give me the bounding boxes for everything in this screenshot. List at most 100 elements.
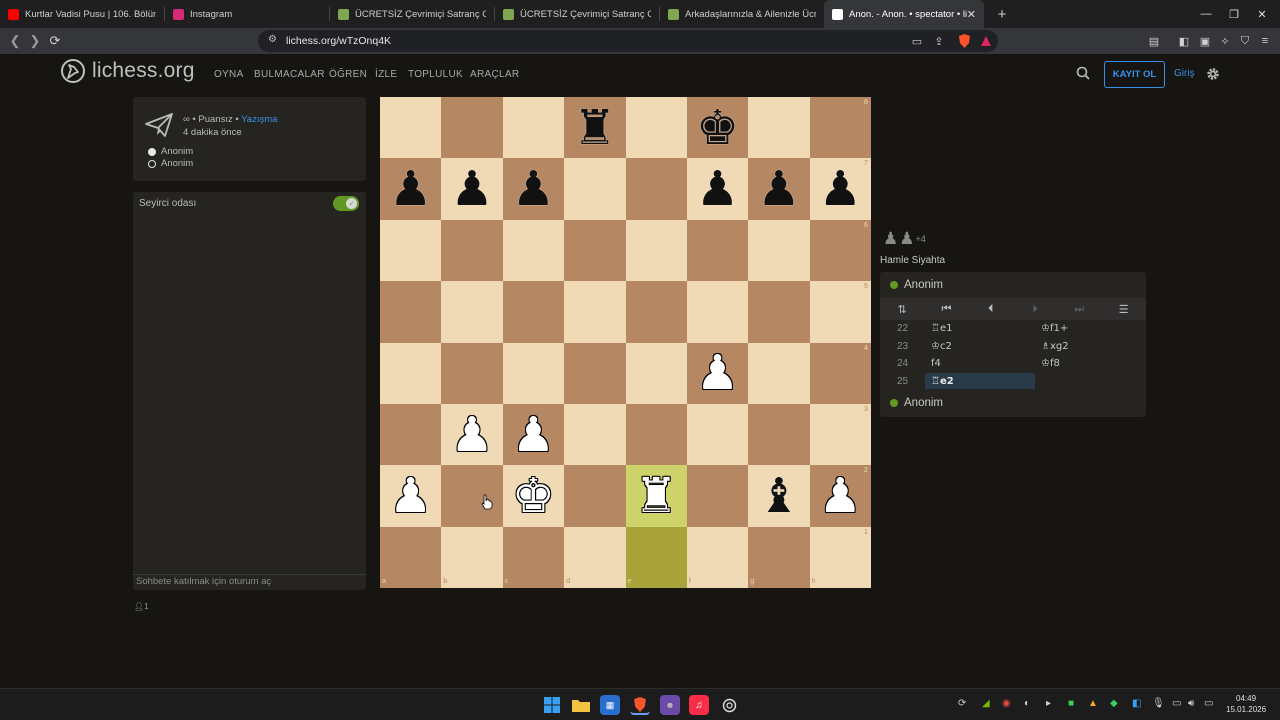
square-e8[interactable]	[625, 97, 687, 159]
square-a6[interactable]	[380, 219, 442, 282]
square-c8[interactable]	[502, 97, 565, 159]
top-player[interactable]: Anonim	[890, 279, 943, 291]
browser-tab[interactable]: Arkadaşlarınızla & Ailenizle Ücretsiz	[660, 0, 824, 28]
current-move-white[interactable]: ♖e2	[925, 373, 1035, 390]
square-a1[interactable]	[380, 526, 442, 588]
square-e3[interactable]	[625, 403, 687, 466]
url-input[interactable]: ⚙ lichess.org/wTzOnq4K	[258, 30, 998, 52]
menu-hamburger-icon[interactable]: ☰	[1101, 303, 1145, 316]
square-f1[interactable]	[686, 526, 749, 588]
flip-board-icon[interactable]: ⇅	[880, 303, 924, 316]
close-tab-icon[interactable]: ✕	[967, 8, 976, 21]
gear-icon[interactable]	[1205, 66, 1221, 87]
windows-start-icon[interactable]	[542, 695, 562, 715]
square-c6[interactable]	[502, 219, 565, 282]
square-d2[interactable]	[564, 465, 626, 527]
square-b8[interactable]	[441, 97, 503, 159]
black-bishop-g2[interactable]: ♝	[748, 465, 809, 526]
square-c4[interactable]	[502, 342, 565, 404]
white-pawn-h2[interactable]: ♟	[810, 465, 871, 526]
square-f3[interactable]	[686, 403, 749, 466]
tray-app-icon[interactable]: ■	[1068, 698, 1074, 709]
chat-input[interactable]: Sohbete katılmak için oturum aç	[133, 574, 366, 590]
chess-board[interactable]: 8 7 6 5 4 3 2 1 a b c d e f g h ♜ ♚ ♟ ♟ ♟ ♟ ♟ ♟ ♟ ♟ ♟ ♟ ♚ ♜ ♝ ♟	[380, 97, 871, 588]
network-icon[interactable]: ▭	[1172, 698, 1181, 709]
square-c5[interactable]	[502, 281, 565, 343]
white-rook-e2[interactable]: ♜	[626, 465, 687, 526]
square-h4[interactable]	[809, 342, 871, 404]
square-a4[interactable]	[380, 342, 442, 404]
square-b4[interactable]	[441, 342, 503, 404]
tray-app-icon[interactable]: ▸	[1046, 698, 1051, 709]
square-e4[interactable]	[625, 342, 687, 404]
browser-tab[interactable]: ÜCRETSİZ Çevrimiçi Satranç Oynayın	[330, 0, 494, 28]
nav-puzzles[interactable]: BULMACALAR	[254, 69, 325, 80]
tray-app-icon[interactable]: ◐	[1024, 698, 1030, 709]
bottom-player[interactable]: Anonim	[890, 397, 943, 409]
square-d3[interactable]	[564, 403, 626, 466]
signup-button[interactable]: KAYIT OL	[1104, 61, 1165, 88]
square-f2[interactable]	[686, 465, 749, 527]
nav-learn[interactable]: ÖĞREN	[329, 69, 367, 80]
search-icon[interactable]	[1076, 66, 1090, 85]
square-g5[interactable]	[748, 281, 810, 343]
menu-icon[interactable]: ≡	[1256, 32, 1274, 50]
move-black[interactable]: ♔f8	[1035, 358, 1145, 369]
black-pawn-g7[interactable]: ♟	[748, 158, 809, 219]
square-a3[interactable]	[380, 403, 442, 466]
square-d5[interactable]	[564, 281, 626, 343]
square-b5[interactable]	[441, 281, 503, 343]
square-g4[interactable]	[748, 342, 810, 404]
square-d1[interactable]	[564, 526, 626, 588]
white-player[interactable]: Anonim	[148, 146, 193, 157]
black-pawn-b7[interactable]: ♟	[441, 158, 502, 219]
tray-app-icon[interactable]: ◧	[1132, 698, 1141, 709]
move-white[interactable]: ♖e1	[925, 323, 1035, 334]
previous-move-icon[interactable]: ⏴	[969, 303, 1013, 316]
site-info-icon[interactable]: ⚙	[268, 34, 277, 45]
square-d6[interactable]	[564, 219, 626, 282]
square-g6[interactable]	[748, 219, 810, 282]
store-icon[interactable]: ▦	[600, 695, 620, 715]
chat-toggle[interactable]: ✓	[333, 196, 359, 211]
cast-icon[interactable]: ▭	[908, 32, 926, 50]
new-tab-button[interactable]: +	[990, 6, 1014, 23]
correspondence-link[interactable]: Yazışma	[241, 114, 277, 125]
back-icon[interactable]: ❮	[4, 30, 26, 52]
microphone-icon[interactable]: 🎙︎	[1152, 698, 1165, 709]
nav-community[interactable]: TOPLULUK	[408, 69, 463, 80]
browser-tab[interactable]: Kurtlar Vadisi Pusu | 106. Bölüm | Yük	[0, 0, 164, 28]
square-e6[interactable]	[625, 219, 687, 282]
square-b2[interactable]	[441, 465, 503, 527]
browser-tab[interactable]: Instagram	[165, 0, 329, 28]
square-h8[interactable]	[809, 97, 871, 159]
square-f6[interactable]	[686, 219, 749, 282]
tray-sync-icon[interactable]: ⟳	[958, 698, 966, 709]
file-explorer-icon[interactable]	[571, 695, 591, 715]
white-king-c2[interactable]: ♚	[503, 465, 564, 526]
move-white[interactable]: ♔c2	[925, 341, 1035, 352]
next-move-icon[interactable]: ⏵	[1013, 303, 1057, 316]
square-a5[interactable]	[380, 281, 442, 343]
last-move-icon[interactable]: ⏭	[1057, 303, 1101, 316]
square-h3[interactable]	[809, 403, 871, 466]
square-g3[interactable]	[748, 403, 810, 466]
browser-tab[interactable]: ÜCRETSİZ Çevrimiçi Satranç Oynayın	[495, 0, 659, 28]
lichess-logo[interactable]: lichess.org	[60, 58, 195, 84]
sidebar-icon[interactable]: ◧	[1175, 32, 1193, 50]
nav-play[interactable]: OYNA	[214, 69, 244, 80]
music-app-icon[interactable]: ♫	[689, 695, 709, 715]
browser-tab-active[interactable]: Anon. - Anon. • spectator • li ✕	[824, 0, 984, 28]
brave-shields-icon[interactable]	[955, 32, 973, 50]
white-pawn-a2[interactable]: ♟	[380, 465, 441, 526]
reload-icon[interactable]: ⟳	[44, 30, 66, 52]
vpn-icon[interactable]: ⛉	[1236, 32, 1254, 50]
move-black[interactable]: ♔f1+	[1035, 323, 1145, 334]
square-g8[interactable]	[748, 97, 810, 159]
square-d7[interactable]	[564, 158, 626, 220]
black-king-f8[interactable]: ♚	[687, 97, 748, 158]
square-c1[interactable]	[502, 526, 565, 588]
square-b6[interactable]	[441, 219, 503, 282]
brave-browser-icon[interactable]	[630, 695, 650, 715]
wallet-icon[interactable]: ▣	[1196, 32, 1214, 50]
